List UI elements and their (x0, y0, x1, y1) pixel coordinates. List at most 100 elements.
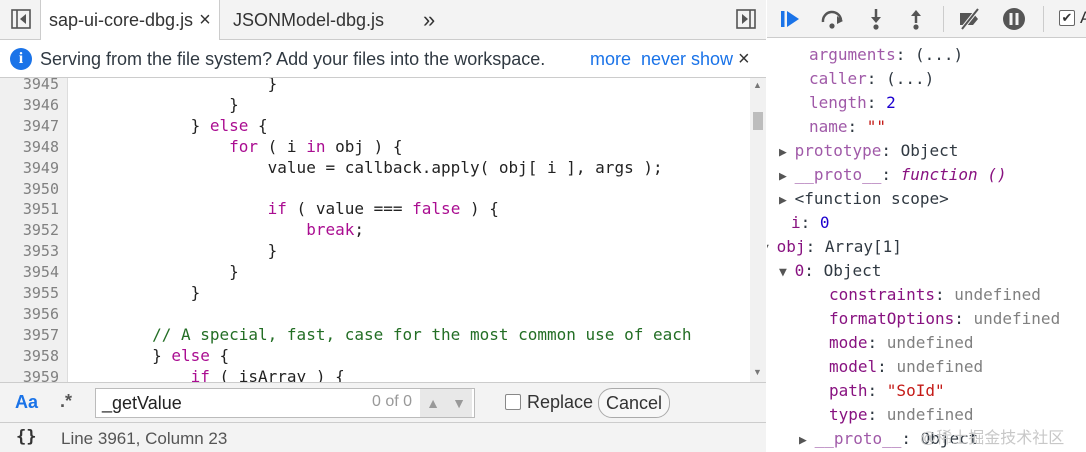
search-prev-icon[interactable]: ▲ (420, 389, 446, 417)
code-line[interactable]: // A special, fast, case for the most co… (75, 325, 691, 346)
collapsed-triangle-icon[interactable]: ▶ (779, 193, 795, 208)
property-name: constraints (829, 285, 935, 304)
scope-property-row[interactable]: length: 2 (809, 91, 896, 115)
status-bar: {} Line 3961, Column 23 (0, 422, 766, 452)
property-name: 0 (794, 261, 805, 280)
code-line[interactable]: } (75, 262, 239, 283)
cancel-button[interactable]: Cancel (598, 388, 670, 418)
code-line[interactable]: if ( isArray ) { (75, 367, 345, 382)
editor-vertical-scrollbar[interactable]: ▲ ▼ (750, 78, 766, 382)
line-number[interactable]: 3954 (23, 262, 59, 283)
line-number[interactable]: 3959 (23, 367, 59, 382)
scope-property-row[interactable]: model: undefined (829, 355, 983, 379)
line-number[interactable]: 3945 (23, 78, 59, 95)
property-name: __proto__ (794, 165, 882, 184)
search-bar: Aa .* _getValue 0 of 0 ▲ ▼ Replace Cance… (0, 382, 766, 422)
expanded-triangle-icon[interactable]: ▼ (779, 265, 795, 280)
scope-property-row[interactable]: path: "SoId" (829, 379, 945, 403)
scope-property-row[interactable]: caller: (...) (809, 67, 934, 91)
tab-label: sap-ui-core-dbg.js (49, 10, 194, 30)
line-number[interactable]: 3952 (23, 220, 59, 241)
code-line[interactable]: for ( i in obj ) { (75, 137, 402, 158)
scope-property-row[interactable]: ▼ 0: Object (779, 259, 881, 283)
scope-property-row[interactable]: ▶ <function scope> (779, 187, 949, 211)
scroll-up-icon[interactable]: ▲ (753, 80, 762, 90)
tab-jsonmodel[interactable]: JSONModel-dbg.js (225, 0, 392, 40)
scope-property-row[interactable]: arguments: (...) (809, 43, 963, 67)
pause-on-caught-exceptions-checkbox[interactable]: ✔ (1059, 10, 1075, 26)
editor-tab-bar: sap-ui-core-dbg.js × JSONModel-dbg.js » (0, 0, 766, 41)
property-value: undefined (954, 285, 1041, 304)
line-number[interactable]: 3948 (23, 137, 59, 158)
code-line[interactable]: } else { (75, 116, 268, 137)
step-out-icon[interactable] (903, 6, 929, 32)
collapsed-triangle-icon[interactable]: ▶ (779, 169, 795, 184)
line-number[interactable]: 3953 (23, 241, 59, 262)
pretty-print-button[interactable]: {} (16, 427, 36, 447)
search-next-icon[interactable]: ▼ (446, 389, 472, 417)
line-number[interactable]: 3951 (23, 199, 59, 220)
collapsed-triangle-icon[interactable]: ▶ (779, 145, 795, 160)
line-number[interactable]: 3946 (23, 95, 59, 116)
property-value: undefined (886, 333, 974, 352)
resume-icon[interactable] (777, 6, 803, 32)
tab-overflow-icon[interactable]: » (415, 0, 443, 40)
line-number[interactable]: 3957 (23, 325, 59, 346)
scope-property-row[interactable]: name: "" (809, 115, 886, 139)
step-into-icon[interactable] (863, 6, 889, 32)
scope-property-row[interactable]: mode: undefined (829, 331, 974, 355)
code-line[interactable]: break; (75, 220, 364, 241)
infobar-close-icon[interactable]: × (738, 40, 750, 78)
scope-property-row[interactable]: ▼ obj: Array[1] (767, 235, 902, 259)
tab-label: JSONModel-dbg.js (233, 10, 385, 30)
property-value: undefined (886, 405, 974, 424)
pause-on-exceptions-icon[interactable] (1001, 6, 1027, 32)
close-tab-icon[interactable]: × (199, 9, 211, 31)
scope-property-row[interactable]: ▶ __proto__: function () (779, 163, 1007, 187)
scroll-down-icon[interactable]: ▼ (753, 367, 762, 377)
match-case-toggle[interactable]: Aa (15, 392, 38, 413)
property-value: 2 (886, 93, 896, 112)
scope-property-row[interactable]: formatOptions: undefined (829, 307, 1060, 331)
scrollbar-thumb[interactable] (753, 112, 763, 130)
expanded-triangle-icon[interactable]: ▼ (767, 241, 777, 256)
property-name: path (829, 381, 868, 400)
property-name: caller (809, 69, 867, 88)
property-name: i (791, 213, 801, 232)
code-line[interactable]: } (75, 241, 278, 262)
property-name: prototype (794, 141, 882, 160)
code-line[interactable]: } (75, 78, 278, 95)
line-number[interactable]: 3956 (23, 304, 59, 325)
property-name: model (829, 357, 878, 376)
collapsed-triangle-icon[interactable]: ▶ (799, 433, 815, 448)
toggle-navigator-icon[interactable] (10, 8, 32, 30)
scope-property-row[interactable]: i: 0 (791, 211, 830, 235)
step-over-icon[interactable] (819, 6, 845, 32)
toggle-debugger-icon[interactable] (735, 8, 757, 30)
code-line[interactable]: } (75, 95, 239, 116)
property-name: formatOptions (829, 309, 955, 328)
replace-checkbox[interactable] (505, 394, 521, 410)
regex-toggle[interactable]: .* (60, 391, 72, 412)
scope-property-row[interactable]: constraints: undefined (829, 283, 1041, 307)
code-editor[interactable]: 3945 3946 3947 3948 3949 3950 3951 3952 3953 3954… (0, 78, 766, 382)
line-number[interactable]: 3950 (23, 179, 59, 200)
line-number[interactable]: 3947 (23, 116, 59, 137)
property-value: "" (866, 117, 887, 136)
code-line[interactable]: value = callback.apply( obj[ i ], args )… (75, 158, 663, 179)
watermark-text: @稀土掘金技术社区 (920, 430, 1065, 447)
property-name: length (809, 93, 867, 112)
line-number[interactable]: 3955 (23, 283, 59, 304)
tab-sap-ui-core[interactable]: sap-ui-core-dbg.js × (40, 0, 220, 41)
code-line[interactable]: if ( value === false ) { (75, 199, 499, 220)
line-number-gutter[interactable]: 3945 3946 3947 3948 3949 3950 3951 3952 3953 3954… (0, 78, 68, 382)
scope-property-row[interactable]: ▶ prototype: Object (779, 139, 958, 163)
code-line[interactable]: } (75, 283, 201, 304)
deactivate-breakpoints-icon[interactable] (957, 6, 983, 32)
infobar-more-link[interactable]: more (590, 40, 631, 78)
line-number[interactable]: 3958 (23, 346, 59, 367)
infobar-never-show-link[interactable]: never show (641, 40, 733, 78)
line-number[interactable]: 3949 (23, 158, 59, 179)
search-input[interactable]: _getValue (95, 388, 475, 418)
code-line[interactable]: } else { (75, 346, 229, 367)
